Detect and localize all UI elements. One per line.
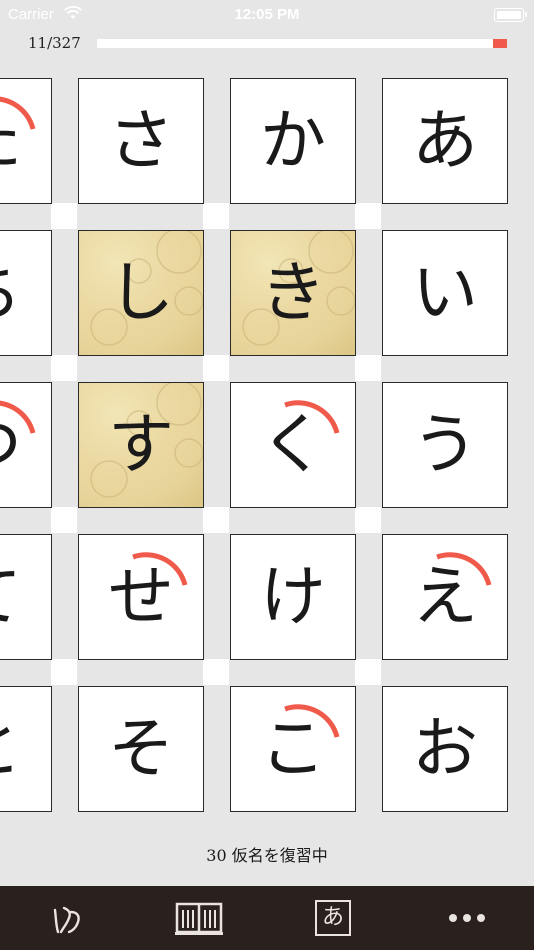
review-status: 30 仮名を復習中 xyxy=(206,846,328,865)
kana-cell[interactable]: さ xyxy=(78,78,204,204)
kana-cell[interactable]: う xyxy=(382,382,508,508)
kana-glyph: け xyxy=(260,558,326,635)
kana-box-glyph: あ xyxy=(321,905,344,930)
grid-gap xyxy=(51,507,77,533)
tab-practice[interactable] xyxy=(22,886,112,950)
grid-gap xyxy=(51,659,77,685)
kana-cell[interactable]: こ xyxy=(230,686,356,812)
tab-more[interactable] xyxy=(422,886,512,950)
kana-glyph: て xyxy=(0,564,22,630)
kana-glyph: か xyxy=(260,102,326,179)
kana-glyph: く xyxy=(260,406,326,483)
kana-glyph: す xyxy=(108,406,174,483)
grid-gap xyxy=(51,355,77,381)
kana-glyph: ち xyxy=(0,260,22,326)
kana-cell[interactable]: あ xyxy=(382,78,508,204)
kana-glyph: う xyxy=(412,406,478,483)
kana-cell[interactable]: い xyxy=(382,230,508,356)
kana-cell[interactable]: け xyxy=(230,534,356,660)
kana-glyph: た xyxy=(0,108,22,174)
kana-glyph: つ xyxy=(0,412,22,478)
kana-glyph: さ xyxy=(108,102,174,179)
book-icon xyxy=(175,902,223,935)
grid-gap xyxy=(203,203,229,229)
grid-gap xyxy=(203,355,229,381)
kana-glyph: お xyxy=(412,710,478,787)
kana-glyph: せ xyxy=(108,558,174,635)
kana-glyph: あ xyxy=(412,102,478,179)
tab-bar: あ xyxy=(0,886,534,950)
kana-cell[interactable]: と xyxy=(0,686,52,812)
kana-glyph: し xyxy=(108,254,174,331)
kana-glyph: い xyxy=(412,254,478,331)
kana-cell[interactable]: え xyxy=(382,534,508,660)
grid-gap xyxy=(355,659,381,685)
kana-glyph: そ xyxy=(108,710,174,787)
kana-glyph: き xyxy=(260,254,326,331)
tab-kana-chart[interactable]: あ xyxy=(288,886,378,950)
kana-glyph: え xyxy=(412,558,478,635)
kana-cell[interactable]: く xyxy=(230,382,356,508)
kana-cell[interactable]: お xyxy=(382,686,508,812)
grid-gap xyxy=(203,507,229,533)
brush-kana-icon xyxy=(53,906,80,934)
kana-cell[interactable]: た xyxy=(0,78,52,204)
kana-cell[interactable]: き xyxy=(230,230,356,356)
kana-grid: あいうえお かきくけこ さしすせそ たちつてと xyxy=(0,0,534,830)
kana-cell[interactable]: そ xyxy=(78,686,204,812)
kana-cell[interactable]: ち xyxy=(0,230,52,356)
kana-glyph: こ xyxy=(260,710,326,787)
kana-cell[interactable]: す xyxy=(78,382,204,508)
kana-glyph: と xyxy=(0,716,22,782)
kana-cell[interactable]: て xyxy=(0,534,52,660)
kana-cell[interactable]: か xyxy=(230,78,356,204)
kana-cell[interactable]: し xyxy=(78,230,204,356)
tab-reference[interactable] xyxy=(154,886,244,950)
kana-cell[interactable]: つ xyxy=(0,382,52,508)
grid-gap xyxy=(355,203,381,229)
kana-cell[interactable]: せ xyxy=(78,534,204,660)
grid-gap xyxy=(355,507,381,533)
more-icon xyxy=(449,914,485,922)
kana-box-icon: あ xyxy=(315,900,351,936)
grid-gap xyxy=(51,203,77,229)
grid-gap xyxy=(355,355,381,381)
grid-gap xyxy=(203,659,229,685)
